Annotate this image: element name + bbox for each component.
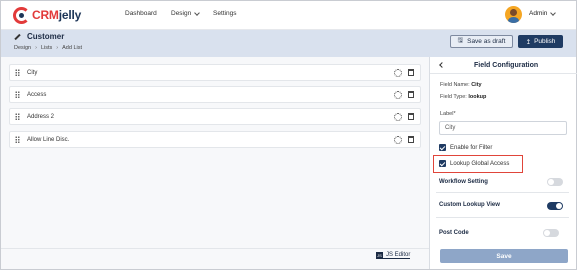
breadcrumb-separator: › [35,45,37,51]
nav-design[interactable]: Design [171,9,201,17]
code-icon: JS [376,252,383,258]
divider [436,217,569,218]
publish-button[interactable]: ↥ Publish [518,35,563,48]
field-row-city[interactable]: City [9,64,421,81]
field-name-info: Field Name: City [440,82,482,88]
chevron-left-icon[interactable] [439,62,445,68]
enable-for-filter-checkbox[interactable]: Enable for Filter [439,144,492,151]
breadcrumb: Design › Lists › Add List [14,45,82,51]
field-row-address-2[interactable]: Address 2 [9,108,421,125]
divider [436,192,569,193]
publish-label: Publish [534,38,556,45]
save-icon: 🖫 [457,37,464,44]
nav-design-label: Design [171,10,192,17]
drag-handle-icon[interactable] [15,91,20,98]
custom-lookup-view-label: Custom Lookup View [439,202,500,208]
page-title: Customer [14,32,64,41]
chevron-down-icon [194,9,201,16]
checkbox-checked-icon[interactable] [439,144,446,151]
drag-handle-icon[interactable] [15,69,20,76]
field-type-info: Field Type: lookup [440,94,486,100]
trash-icon[interactable] [408,69,414,76]
breadcrumb-design[interactable]: Design [14,45,31,51]
top-nav-bar [1,1,576,30]
label-input[interactable]: City [439,121,567,135]
field-row-allow-line-disc[interactable]: Allow Line Disc. [9,131,421,148]
save-button[interactable]: Save [440,249,568,263]
brand-crm: CRM [32,8,59,22]
gear-icon[interactable] [394,112,402,121]
brand-logo[interactable]: CRMjelly [13,5,81,25]
toggle-knob [544,230,550,236]
field-label: Access [27,91,47,98]
pencil-icon[interactable] [14,33,21,40]
field-row-access[interactable]: Access [9,86,421,103]
enable-for-filter-label: Enable for Filter [450,144,493,151]
trash-icon[interactable] [408,136,414,143]
checkbox-checked-icon[interactable] [439,160,446,167]
upload-icon: ↥ [525,38,532,46]
field-label: City [27,69,38,76]
label-caption: Label* [440,111,456,117]
field-label: Address 2 [27,113,55,120]
panel-title: Field Configuration [474,62,539,69]
logo-icon [13,6,30,24]
brand-name: CRMjelly [32,8,81,22]
divider [1,248,429,249]
js-editor-link[interactable]: JS JS Editor [376,252,411,259]
field-name-value: City [471,82,482,88]
trash-icon[interactable] [408,91,414,98]
field-type-label: Field Type: [440,94,467,100]
workflow-setting-toggle[interactable] [547,178,563,186]
field-label: Allow Line Disc. [27,136,70,143]
user-menu[interactable]: Admin [529,9,557,17]
drag-handle-icon[interactable] [15,136,20,143]
field-type-value: lookup [468,94,487,100]
custom-lookup-view-toggle[interactable] [547,202,563,210]
save-as-draft-label: Save as draft [467,38,506,45]
avatar[interactable] [505,6,522,23]
lookup-global-access-label: Lookup Global Access [450,160,510,167]
gear-icon[interactable] [394,135,402,144]
js-editor-label: JS Editor [386,252,411,258]
post-code-label: Post Code [439,230,469,236]
field-name-label: Field Name: [440,82,470,88]
breadcrumb-lists[interactable]: Lists [41,45,52,51]
drag-handle-icon[interactable] [15,113,20,120]
trash-icon[interactable] [408,113,414,120]
breadcrumb-add-list: Add List [62,45,82,51]
workflow-setting-label: Workflow Setting [439,179,488,185]
page-title-text: Customer [27,32,65,41]
gear-icon[interactable] [394,90,402,99]
nav-settings[interactable]: Settings [213,10,237,17]
post-code-toggle[interactable] [543,229,559,237]
chevron-down-icon [550,9,557,16]
nav-dashboard[interactable]: Dashboard [125,10,157,17]
breadcrumb-separator: › [56,45,59,51]
save-as-draft-button[interactable]: 🖫 Save as draft [450,35,513,48]
lookup-global-access-checkbox[interactable]: Lookup Global Access [439,160,509,167]
toggle-knob [548,179,554,185]
gear-icon[interactable] [394,68,402,77]
user-name: Admin [529,10,548,17]
toggle-knob [556,203,562,209]
brand-jelly: jelly [58,8,82,22]
